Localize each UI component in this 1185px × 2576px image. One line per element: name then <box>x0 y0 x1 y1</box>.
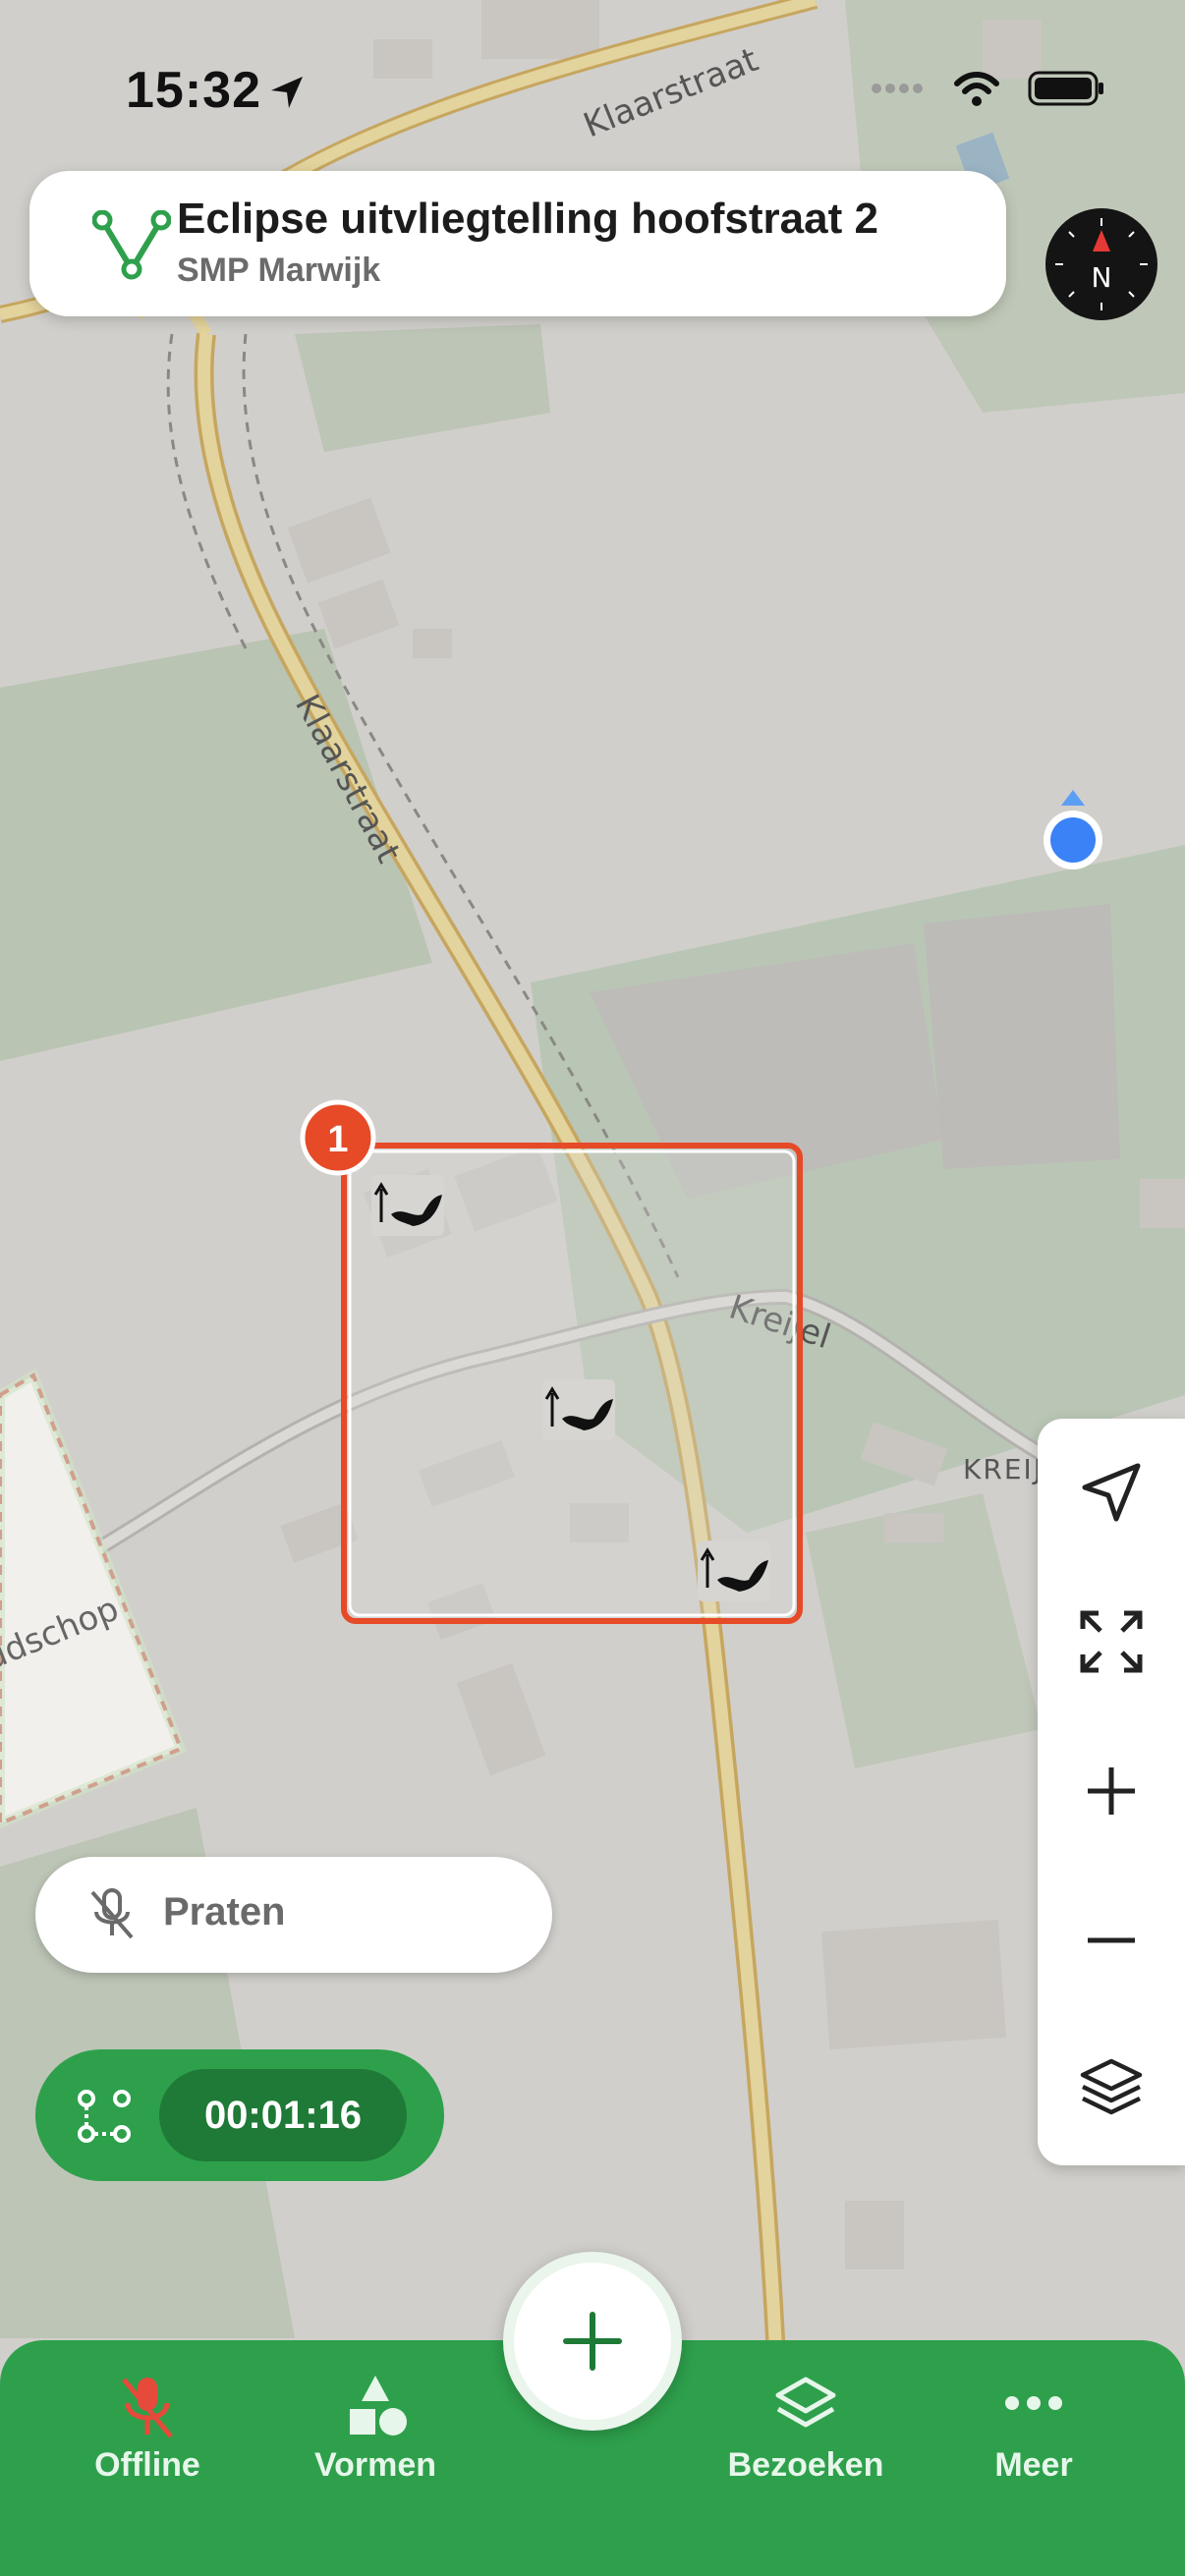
locate-me-button[interactable] <box>1038 1419 1185 1566</box>
bat-marker-icon[interactable] <box>698 1540 770 1601</box>
zoom-in-icon <box>1088 1767 1135 1815</box>
map-park-area <box>295 324 550 452</box>
map-layers-button[interactable] <box>1038 2016 1185 2163</box>
bat-marker-icon[interactable] <box>371 1175 444 1236</box>
map-view[interactable]: Klaarstraat Klaarstraat Kreijel KREIJ ud… <box>0 0 1185 2576</box>
signal-icon <box>872 84 923 93</box>
map-plot-area <box>924 904 1120 1169</box>
bat-marker-icon[interactable] <box>542 1379 615 1440</box>
elapsed-time: 00:01:16 <box>159 2069 407 2161</box>
location-arrow-icon <box>1082 1463 1141 1522</box>
location-services-icon <box>271 77 303 108</box>
wifi-icon <box>954 72 999 106</box>
fit-bounds-button[interactable] <box>1038 1568 1185 1715</box>
add-observation-button[interactable] <box>503 2252 682 2431</box>
track-route-icon <box>78 2090 131 2143</box>
talk-button[interactable]: Praten <box>35 1857 552 1973</box>
plus-icon <box>563 2312 622 2371</box>
nav-offline-label: Offline <box>94 2446 200 2484</box>
layers-icon <box>1080 2058 1143 2115</box>
talk-label: Praten <box>163 1890 286 1933</box>
nav-meer[interactable]: Meer <box>935 2340 1132 2576</box>
zoom-out-icon <box>1088 1937 1135 1943</box>
shapes-icon <box>350 2376 407 2436</box>
zoom-in-button[interactable] <box>1038 1717 1185 1865</box>
battery-icon <box>1028 71 1103 106</box>
track-timer-pill[interactable]: 00:01:16 <box>35 2049 444 2181</box>
svg-text:N: N <box>1092 261 1112 294</box>
location-heading-indicator <box>1061 790 1085 806</box>
compass-button[interactable]: N <box>1045 208 1157 320</box>
compass-icon: N <box>1055 218 1148 310</box>
nav-vormen[interactable]: Vormen <box>277 2340 474 2576</box>
map-toolbar <box>1038 1419 1185 2165</box>
survey-title: Eclipse uitvliegtelling hoofstraat 2 <box>177 195 878 243</box>
svg-text:1: 1 <box>327 1119 348 1160</box>
survey-subtitle: SMP Marwijk <box>177 252 381 289</box>
more-icon <box>1005 2396 1062 2410</box>
route-icon <box>92 210 171 280</box>
expand-icon <box>1080 1610 1143 1673</box>
mic-off-icon <box>90 1888 134 1939</box>
layers-icon <box>775 2377 836 2428</box>
nav-bezoeken-label: Bezoeken <box>727 2446 884 2484</box>
mic-off-icon <box>122 2378 173 2438</box>
nav-meer-label: Meer <box>994 2446 1073 2484</box>
status-time: 15:32 <box>126 62 261 119</box>
nav-vormen-label: Vormen <box>313 2446 437 2484</box>
zoom-out-button[interactable] <box>1038 1867 1185 2014</box>
map-street-label: KREIJ <box>963 1453 1044 1485</box>
nav-offline[interactable]: Offline <box>49 2340 246 2576</box>
nav-bezoeken[interactable]: Bezoeken <box>707 2340 904 2576</box>
survey-title-card[interactable]: Eclipse uitvliegtelling hoofstraat 2 SMP… <box>29 171 1006 316</box>
